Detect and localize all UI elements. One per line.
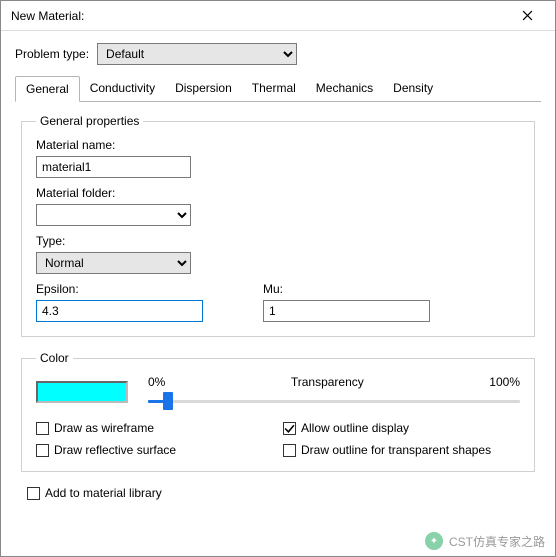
color-legend: Color	[36, 351, 73, 365]
material-folder-select[interactable]	[36, 204, 191, 226]
tab-conductivity[interactable]: Conductivity	[80, 76, 165, 102]
close-button[interactable]	[507, 2, 547, 30]
transparency-label: Transparency	[291, 375, 364, 389]
mu-field: Mu:	[263, 282, 430, 322]
draw-outline-transparent-checkbox[interactable]: Draw outline for transparent shapes	[283, 443, 520, 457]
material-name-input[interactable]	[36, 156, 191, 178]
checkbox-box	[27, 487, 40, 500]
close-icon	[522, 10, 533, 21]
epsilon-input[interactable]	[36, 300, 203, 322]
tab-body-general: General properties Material name: Materi…	[15, 102, 541, 506]
tab-general[interactable]: General	[15, 76, 80, 102]
tab-strip: General Conductivity Dispersion Thermal …	[15, 75, 541, 102]
color-options-grid: Draw as wireframe Allow outline display …	[36, 421, 520, 457]
problem-type-select[interactable]: Default	[97, 43, 297, 65]
draw-wireframe-checkbox[interactable]: Draw as wireframe	[36, 421, 273, 435]
allow-outline-label: Allow outline display	[301, 421, 409, 435]
checkbox-box	[36, 422, 49, 435]
allow-outline-checkbox[interactable]: Allow outline display	[283, 421, 520, 435]
mu-label: Mu:	[263, 282, 430, 296]
transparency-control: 0% Transparency 100%	[148, 375, 520, 409]
draw-reflective-checkbox[interactable]: Draw reflective surface	[36, 443, 273, 457]
dialog-content: Problem type: Default General Conductivi…	[1, 31, 555, 516]
tab-density[interactable]: Density	[383, 76, 443, 102]
epsilon-label: Epsilon:	[36, 282, 203, 296]
dialog-window: New Material: Problem type: Default Gene…	[0, 0, 556, 557]
material-folder-field: Material folder:	[36, 186, 520, 226]
transparency-max-label: 100%	[489, 375, 520, 389]
mu-input[interactable]	[263, 300, 430, 322]
tab-dispersion[interactable]: Dispersion	[165, 76, 242, 102]
slider-thumb[interactable]	[163, 392, 173, 410]
type-select[interactable]: Normal	[36, 252, 191, 274]
add-to-library-checkbox[interactable]: Add to material library	[27, 486, 535, 500]
transparency-slider[interactable]	[148, 391, 520, 409]
color-group: Color 0% Transparency 100%	[21, 351, 535, 472]
titlebar: New Material:	[1, 1, 555, 31]
material-name-field: Material name:	[36, 138, 520, 178]
epsilon-mu-row: Epsilon: Mu:	[36, 282, 520, 322]
type-field: Type: Normal	[36, 234, 520, 274]
checkbox-box	[36, 444, 49, 457]
checkbox-box	[283, 422, 296, 435]
tab-mechanics[interactable]: Mechanics	[306, 76, 383, 102]
problem-type-label: Problem type:	[15, 47, 89, 61]
type-label: Type:	[36, 234, 520, 248]
general-properties-legend: General properties	[36, 114, 143, 128]
wechat-icon: ✦	[425, 532, 443, 550]
window-title: New Material:	[11, 9, 84, 23]
transparency-min-label: 0%	[148, 375, 165, 389]
color-row: 0% Transparency 100%	[36, 375, 520, 409]
draw-outline-transparent-label: Draw outline for transparent shapes	[301, 443, 491, 457]
add-to-library-label: Add to material library	[45, 486, 162, 500]
draw-wireframe-label: Draw as wireframe	[54, 421, 154, 435]
problem-type-row: Problem type: Default	[15, 43, 541, 65]
tab-thermal[interactable]: Thermal	[242, 76, 306, 102]
watermark: ✦ CST仿真专家之路	[425, 532, 545, 550]
draw-reflective-label: Draw reflective surface	[54, 443, 176, 457]
general-properties-group: General properties Material name: Materi…	[21, 114, 535, 337]
watermark-text: CST仿真专家之路	[449, 533, 545, 550]
checkbox-box	[283, 444, 296, 457]
material-folder-label: Material folder:	[36, 186, 520, 200]
color-swatch-button[interactable]	[36, 381, 128, 403]
slider-track	[148, 400, 520, 403]
check-icon	[284, 423, 295, 434]
material-name-label: Material name:	[36, 138, 520, 152]
epsilon-field: Epsilon:	[36, 282, 203, 322]
